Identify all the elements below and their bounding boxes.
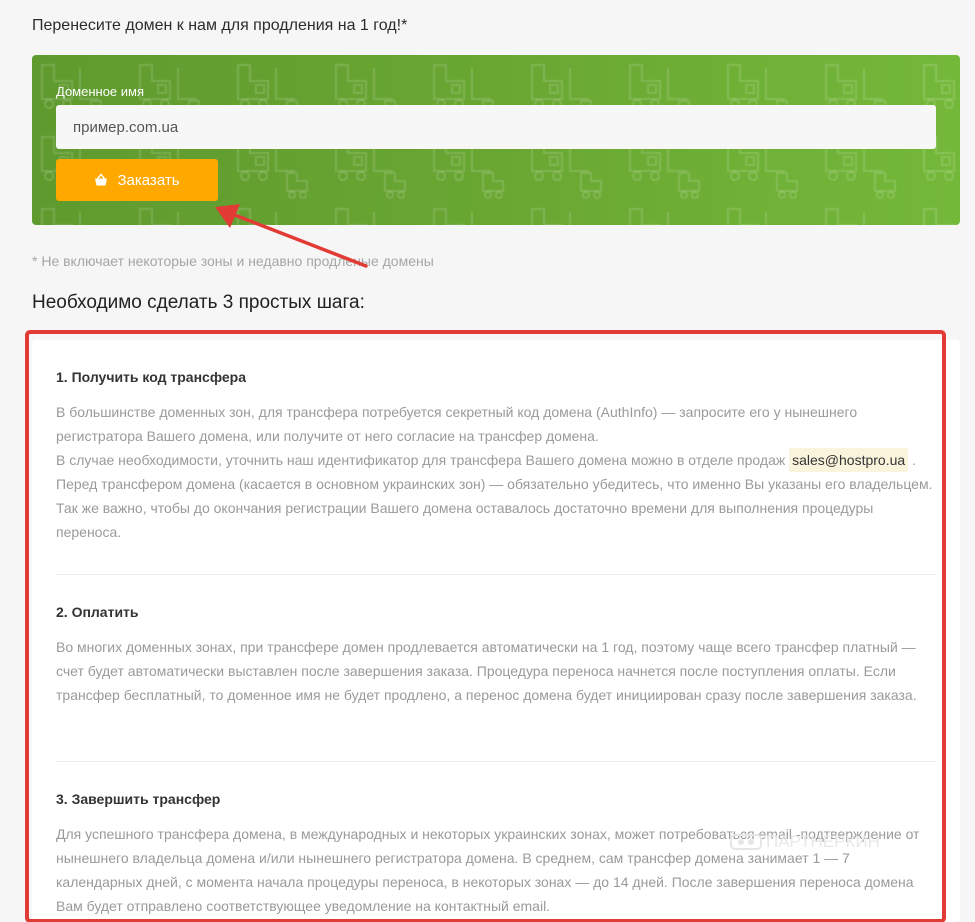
step-title: 2. Оплатить <box>56 604 139 620</box>
step-3: 3. Завершить трансфер Для успешного тран… <box>56 791 936 918</box>
sales-email-link[interactable]: sales@hostpro.ua <box>789 448 909 472</box>
domain-name-label: Доменное имя <box>56 84 145 99</box>
domain-name-input[interactable] <box>56 105 936 149</box>
watermark-text: ПАРТНЕРКИН <box>766 832 880 851</box>
divider <box>56 761 936 762</box>
step-paragraph: В большинстве доменных зон, для трансфер… <box>56 404 858 444</box>
watermark-logo-icon <box>730 833 762 851</box>
page: Перенесите домен к нам для продления на … <box>0 0 975 922</box>
promo-text: Перенесите домен к нам для продления на … <box>32 17 408 34</box>
watermark: ПАРТНЕРКИН <box>730 832 880 852</box>
step-text-fragment: В случае необходимости, уточнить наш иде… <box>56 452 786 468</box>
step-title: 1. Получить код трансфера <box>56 369 247 385</box>
step-paragraph: Во многих доменных зонах, при трансфере … <box>56 639 917 703</box>
step-2: 2. Оплатить Во многих доменных зонах, пр… <box>56 604 936 707</box>
divider <box>56 574 936 575</box>
footnote: * Не включает некоторые зоны и недавно п… <box>32 253 434 269</box>
step-title: 3. Завершить трансфер <box>56 791 221 807</box>
domain-transfer-form: Доменное имя Заказать <box>32 55 960 225</box>
step-1: 1. Получить код трансфера В большинстве … <box>56 369 936 544</box>
order-button[interactable]: Заказать <box>56 159 218 201</box>
steps-heading: Необходимо сделать 3 простых шага: <box>32 292 365 313</box>
step-paragraph: В случае необходимости, уточнить наш иде… <box>56 448 936 544</box>
basket-icon <box>94 173 108 187</box>
order-button-label: Заказать <box>117 171 180 189</box>
